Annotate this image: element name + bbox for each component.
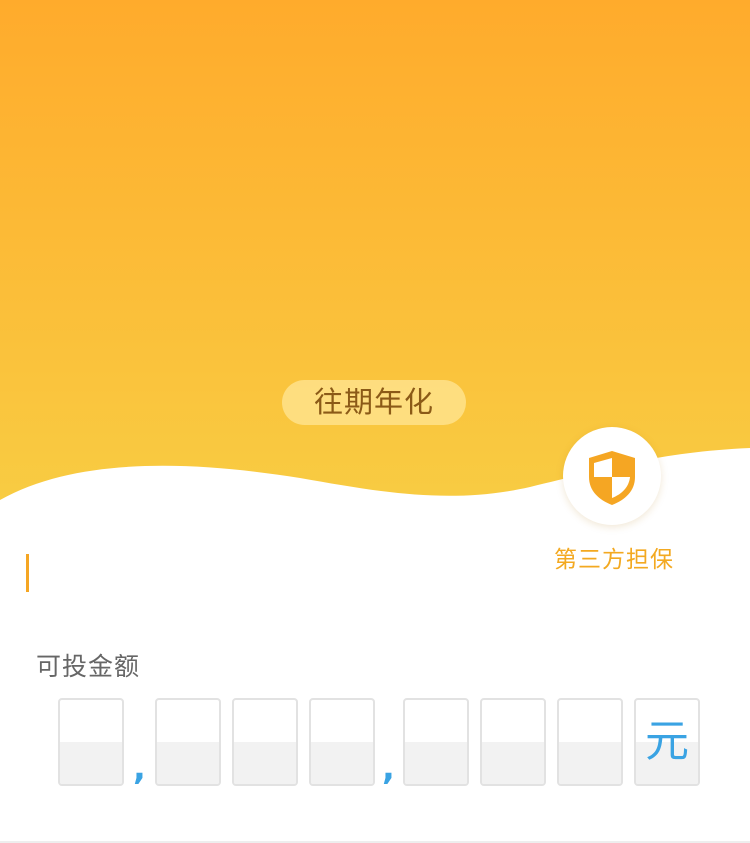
amount-digit-box[interactable] bbox=[480, 698, 546, 786]
amount-digit-box[interactable] bbox=[309, 698, 375, 786]
annual-rate-tag: 往期年化 bbox=[282, 380, 466, 425]
amount-digit-box[interactable] bbox=[557, 698, 623, 786]
input-cursor bbox=[26, 554, 29, 592]
amount-digit-box[interactable] bbox=[155, 698, 221, 786]
thousands-separator: , bbox=[133, 748, 146, 788]
amount-digit-box[interactable] bbox=[232, 698, 298, 786]
thousands-separator: , bbox=[382, 748, 395, 788]
amount-digit-box[interactable] bbox=[58, 698, 124, 786]
investable-amount-label: 可投金额 bbox=[36, 652, 141, 681]
currency-unit-box: 元 bbox=[634, 698, 700, 786]
amount-digit-box[interactable] bbox=[403, 698, 469, 786]
guarantee-badge bbox=[563, 427, 661, 525]
shield-icon bbox=[589, 451, 635, 505]
guarantee-label: 第三方担保 bbox=[554, 547, 674, 573]
currency-unit: 元 bbox=[645, 716, 689, 767]
